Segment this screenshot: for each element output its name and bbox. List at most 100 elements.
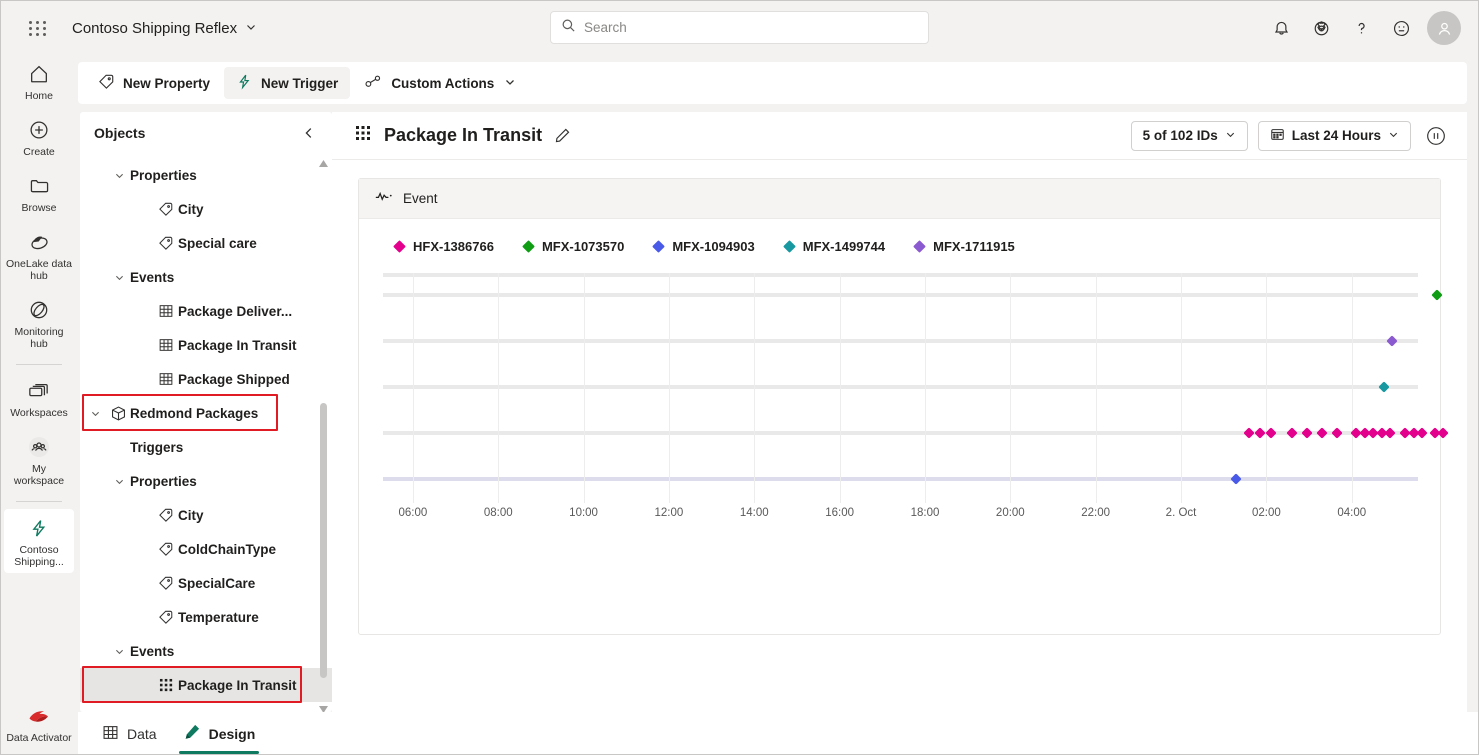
tree-item-properties[interactable]: Properties: [80, 158, 332, 192]
tree-item-temperature[interactable]: Temperature: [80, 600, 332, 634]
home-icon: [28, 61, 50, 87]
chart-vertical-gridline: [583, 273, 585, 503]
chart-data-point[interactable]: [1301, 427, 1313, 439]
new-trigger-button[interactable]: New Trigger: [224, 67, 351, 99]
smiley-icon[interactable]: [1383, 10, 1419, 46]
chart-data-point[interactable]: [1230, 473, 1243, 485]
new-property-button[interactable]: New Property: [86, 67, 222, 99]
x-axis-tick-label: 20:00: [995, 507, 1025, 519]
tree-item-package-deliver[interactable]: Package Deliver...: [80, 294, 332, 328]
chart-data-point[interactable]: [1386, 335, 1398, 347]
tree-item-city[interactable]: City: [80, 192, 332, 226]
tree-item-label: Package Shipped: [178, 371, 290, 387]
tree-item-package-in-transit[interactable]: Package In Transit: [80, 328, 332, 362]
rail-item-label: Workspaces: [10, 407, 68, 419]
tree-item-specialcare[interactable]: SpecialCare: [80, 566, 332, 600]
grid-dots-icon: [354, 124, 372, 147]
rail-item-data-activator[interactable]: Data Activator: [4, 697, 74, 749]
chart-data-point[interactable]: [1378, 381, 1390, 393]
tree-item-package-in-transit[interactable]: Package In Transit: [80, 668, 332, 702]
chart-data-point[interactable]: [1384, 427, 1396, 439]
chevron-down-icon: [84, 408, 106, 419]
pencil-icon[interactable]: [554, 127, 571, 144]
command-label: Custom Actions: [391, 75, 495, 91]
tag-icon: [154, 507, 178, 523]
tree-item-events[interactable]: Events: [80, 260, 332, 294]
tag-icon: [154, 575, 178, 591]
people-icon: [26, 434, 52, 460]
tree-item-coldchaintype[interactable]: ColdChainType: [80, 532, 332, 566]
id-filter-label: 5 of 102 IDs: [1142, 128, 1218, 143]
rail-item-browse[interactable]: Browse: [4, 167, 74, 219]
tab-data[interactable]: Data: [92, 717, 167, 751]
rail-item-my-workspace[interactable]: My workspace: [4, 428, 74, 492]
waffle-grid-icon[interactable]: [18, 8, 58, 48]
chart-data-point[interactable]: [1254, 427, 1266, 439]
chart-vertical-gridline: [1095, 273, 1097, 503]
scroll-up-icon[interactable]: [318, 158, 328, 168]
time-range-dropdown[interactable]: Last 24 Hours: [1257, 120, 1411, 151]
tree-item-label: City: [178, 201, 204, 217]
chart-data-point[interactable]: [1437, 427, 1450, 439]
chevron-left-icon[interactable]: [296, 120, 322, 146]
rail-item-onelake-data-hub[interactable]: OneLake data hub: [4, 223, 74, 287]
avatar[interactable]: [1427, 11, 1461, 45]
custom-actions-button[interactable]: Custom Actions: [352, 67, 528, 99]
objects-panel: Objects Properties City Special care Events…: [80, 112, 332, 714]
gear-icon[interactable]: [1303, 10, 1339, 46]
tree-item-triggers[interactable]: Triggers: [80, 430, 332, 464]
x-axis-tick-label: 16:00: [825, 507, 854, 519]
chart-data-point[interactable]: [1431, 289, 1443, 301]
tree-item-city[interactable]: City: [80, 498, 332, 532]
legend-label: MFX-1073570: [541, 238, 625, 254]
chart-card-header: Event: [359, 179, 1440, 219]
rail-item-create[interactable]: Create: [4, 111, 74, 163]
command-bar: New Property New Trigger Custom Actions: [78, 62, 1467, 104]
legend-item-mfx-1073570[interactable]: MFX-1073570: [522, 238, 625, 254]
tree-item-label: Redmond Packages: [130, 405, 259, 421]
chevron-down-icon: [108, 646, 130, 657]
objects-tree-scrollbar[interactable]: [318, 158, 328, 714]
chart-data-point[interactable]: [1316, 427, 1328, 439]
chart-gridline: [383, 339, 1418, 344]
rail-item-label: Browse: [21, 202, 57, 214]
tree-item-special-care[interactable]: Special care: [80, 226, 332, 260]
tree-item-label: Temperature: [178, 609, 259, 625]
search-box[interactable]: [550, 11, 929, 44]
rail-item-label: Data Activator: [6, 732, 72, 744]
chart-data-point[interactable]: [1243, 427, 1255, 439]
tree-item-redmond-packages[interactable]: Redmond Packages: [80, 396, 332, 430]
tree-item-properties[interactable]: Properties: [80, 464, 332, 498]
bell-icon[interactable]: [1263, 10, 1299, 46]
rail-item-contoso-shipping[interactable]: Contoso Shipping...: [4, 509, 74, 573]
rail-item-monitoring-hub[interactable]: Monitoring hub: [4, 291, 74, 355]
legend-item-hfx-1386766[interactable]: HFX-1386766: [393, 239, 494, 254]
legend-marker-icon: [913, 239, 926, 253]
chart-data-point[interactable]: [1286, 427, 1298, 439]
question-icon[interactable]: [1343, 10, 1379, 46]
search-input[interactable]: [584, 20, 918, 35]
tab-design[interactable]: Design: [173, 717, 266, 754]
rail-item-workspaces[interactable]: Workspaces: [4, 372, 74, 424]
rail-item-home[interactable]: Home: [4, 55, 74, 107]
tree-item-label: Package Deliver...: [178, 303, 293, 319]
tree-item-events[interactable]: Events: [80, 634, 332, 668]
chart-data-point[interactable]: [1416, 427, 1428, 439]
app-title-dropdown[interactable]: Contoso Shipping Reflex: [72, 20, 257, 37]
reflex-bolt-icon: [28, 515, 50, 541]
chart-legend: HFX-1386766 MFX-1073570 MFX-1094903 MFX-149…: [359, 219, 1440, 273]
pause-button[interactable]: [1421, 121, 1451, 151]
grid-icon: [154, 371, 178, 387]
tree-item-package-shipped[interactable]: Package Shipped: [80, 362, 332, 396]
chart-data-point[interactable]: [1331, 427, 1343, 439]
workspaces-icon: [27, 378, 51, 404]
top-bar: Contoso Shipping Reflex: [0, 0, 1479, 56]
chart-vertical-gridline: [412, 273, 414, 503]
scrollbar-thumb[interactable]: [320, 403, 327, 678]
legend-label: MFX-1711915: [933, 238, 1015, 254]
legend-item-mfx-1499744[interactable]: MFX-1499744: [782, 239, 885, 254]
id-filter-dropdown[interactable]: 5 of 102 IDs: [1130, 120, 1248, 151]
legend-item-mfx-1094903[interactable]: MFX-1094903: [652, 239, 755, 254]
legend-item-mfx-1711915[interactable]: MFX-1711915: [913, 238, 1015, 254]
x-axis-tick-label: 04:00: [1337, 507, 1367, 519]
